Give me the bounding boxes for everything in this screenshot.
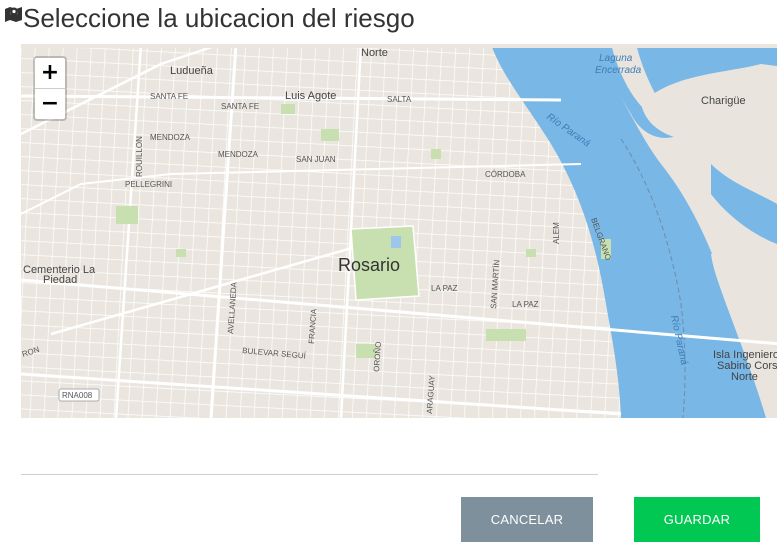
map-marker-icon: [5, 7, 22, 22]
street-mendoza-1: MENDOZA: [150, 133, 191, 142]
place-cementerio-2: Piedad: [43, 274, 77, 286]
place-charigue: Charigüe: [701, 95, 746, 107]
page-title: Seleccione la ubicacion del riesgo: [23, 3, 415, 33]
street-pellegrini: PELLEGRINI: [125, 180, 172, 189]
street-cordoba: CÓRDOBA: [485, 170, 526, 179]
place-isla-3: Norte: [731, 371, 758, 383]
divider: [21, 474, 598, 475]
street-mendoza-2: MENDOZA: [218, 150, 259, 159]
map-tiles[interactable]: Norte Ludueña Luis Agote Charigüe Laguna…: [21, 44, 777, 418]
street-la-paz-1: LA PAZ: [431, 284, 458, 293]
street-salta: SALTA: [387, 95, 412, 104]
street-alem: ALEM: [552, 222, 561, 244]
header: Seleccione la ubicacion del riesgo: [0, 0, 777, 44]
zoom-out-button[interactable]: −: [35, 89, 65, 119]
street-rna008: RNA008: [62, 391, 93, 400]
zoom-control: + −: [33, 56, 67, 121]
place-luis-agote: Luis Agote: [285, 90, 336, 102]
street-santa-fe-1: SANTA FE: [150, 92, 188, 101]
place-encerrada: Encerrada: [595, 65, 642, 76]
place-city: Rosario: [338, 255, 400, 275]
street-santa-fe-2: SANTA FE: [221, 102, 259, 111]
street-la-paz-2: LA PAZ: [512, 300, 539, 309]
place-luduena: Ludueña: [170, 65, 214, 77]
map-view[interactable]: Norte Ludueña Luis Agote Charigüe Laguna…: [21, 44, 777, 418]
place-laguna: Laguna: [599, 53, 633, 64]
street-san-juan: SAN JUAN: [296, 155, 336, 164]
save-button[interactable]: GUARDAR: [634, 497, 760, 542]
place-norte: Norte: [361, 47, 388, 59]
street-rouillon: ROUILLON: [135, 136, 144, 177]
cancel-button[interactable]: CANCELAR: [461, 497, 593, 542]
zoom-in-button[interactable]: +: [35, 58, 65, 89]
